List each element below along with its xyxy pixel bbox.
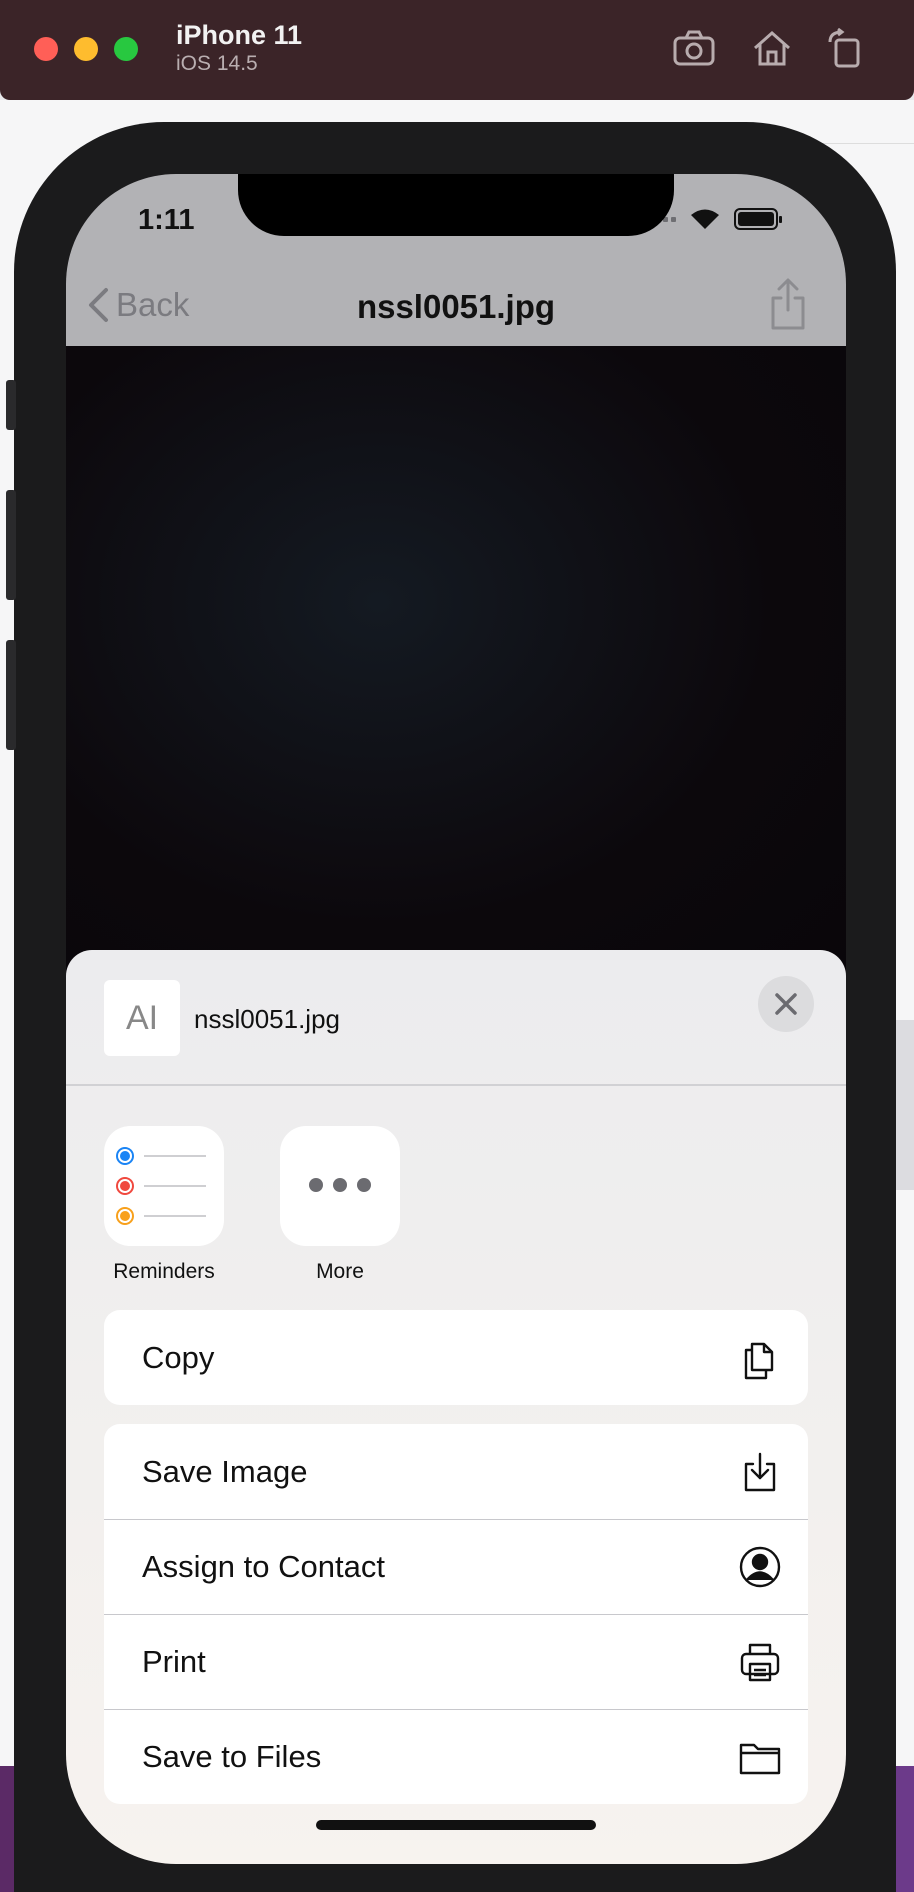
copy-icon	[738, 1336, 782, 1380]
contact-icon	[738, 1545, 782, 1589]
share-icon[interactable]	[768, 278, 808, 330]
close-icon	[775, 993, 797, 1015]
share-apps-row: Reminders More	[104, 1126, 400, 1284]
action-label: Print	[142, 1644, 206, 1679]
text-cursor-icon: AI	[125, 998, 159, 1037]
home-indicator	[316, 1820, 596, 1830]
status-time: 1:11	[138, 204, 195, 236]
action-label: Copy	[142, 1339, 215, 1375]
action-save-to-files[interactable]: Save to Files	[104, 1709, 808, 1804]
zoom-window-button[interactable]	[114, 37, 138, 61]
more-icon	[280, 1126, 400, 1246]
phone-screen: 1:11 Back nssl0051.jpg AI nssl0051.jpg R…	[66, 174, 846, 1864]
close-sheet-button[interactable]	[758, 976, 814, 1032]
print-icon	[738, 1640, 782, 1684]
action-label: Assign to Contact	[142, 1549, 385, 1584]
action-group-primary: Copy	[104, 1310, 808, 1405]
volume-up-button	[6, 490, 16, 600]
save-image-icon	[738, 1450, 782, 1494]
share-sheet-header: AI nssl0051.jpg	[66, 950, 846, 1086]
action-assign-to-contact[interactable]: Assign to Contact	[104, 1519, 808, 1614]
device-name: iPhone 11	[176, 20, 303, 50]
share-app-label: Reminders	[113, 1260, 215, 1283]
rotate-icon[interactable]	[824, 27, 868, 68]
device-notch	[238, 174, 674, 236]
minimize-window-button[interactable]	[74, 37, 98, 61]
share-app-reminders[interactable]: Reminders	[104, 1126, 224, 1284]
share-sheet: AI nssl0051.jpg Reminders More Copy Save…	[66, 950, 846, 1864]
file-thumbnail: AI	[104, 980, 180, 1056]
simulator-titlebar: iPhone 11 iOS 14.5	[0, 0, 914, 100]
action-label: Save to Files	[142, 1739, 322, 1774]
action-copy[interactable]: Copy	[104, 1310, 808, 1405]
share-app-more[interactable]: More	[280, 1126, 400, 1284]
battery-icon	[734, 208, 782, 230]
file-name: nssl0051.jpg	[194, 1004, 340, 1034]
action-print[interactable]: Print	[104, 1614, 808, 1709]
reminders-icon	[104, 1126, 224, 1246]
action-group-secondary: Save Image Assign to Contact Print Save …	[104, 1424, 808, 1804]
share-app-label: More	[316, 1260, 364, 1283]
os-version: iOS 14.5	[176, 52, 258, 75]
wifi-icon	[690, 208, 720, 230]
mute-switch	[6, 380, 16, 430]
folder-icon	[738, 1735, 782, 1779]
image-preview	[66, 346, 846, 986]
camera-icon[interactable]	[672, 28, 716, 68]
page-title: nssl0051.jpg	[356, 288, 556, 325]
action-label: Save Image	[142, 1453, 308, 1489]
home-icon[interactable]	[750, 28, 794, 68]
close-window-button[interactable]	[34, 37, 58, 61]
volume-down-button	[6, 640, 16, 750]
action-save-image[interactable]: Save Image	[104, 1424, 808, 1519]
